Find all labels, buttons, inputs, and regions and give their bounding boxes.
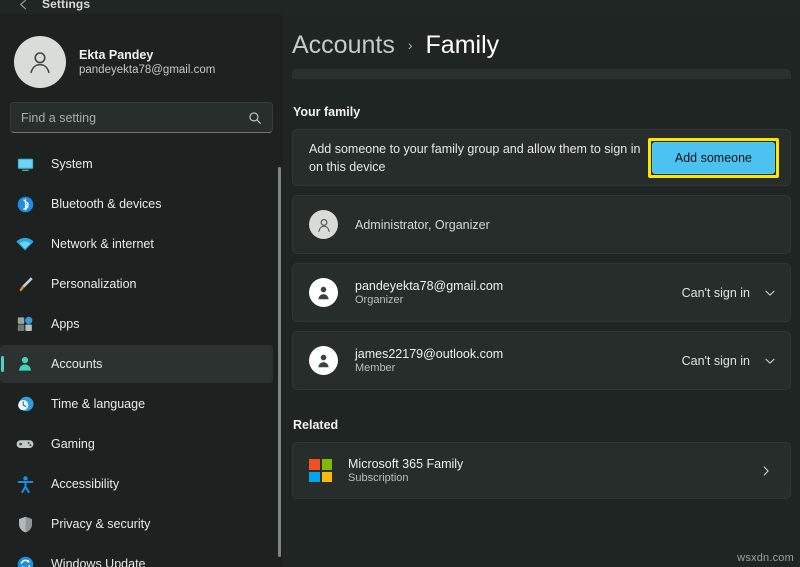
sidebar-item-label: Network & internet bbox=[51, 237, 154, 251]
sidebar-item-label: System bbox=[51, 157, 93, 171]
family-member-row[interactable]: Administrator, Organizer bbox=[292, 195, 791, 254]
person-filled-avatar-icon bbox=[309, 346, 338, 375]
window-title: Settings bbox=[42, 0, 90, 11]
add-someone-highlight: Add someone bbox=[648, 138, 779, 178]
subscription-subtitle: Subscription bbox=[348, 472, 463, 484]
status-badge: Can't sign in bbox=[682, 354, 750, 368]
member-status[interactable]: Can't sign in bbox=[682, 286, 777, 300]
related-subscription-row[interactable]: Microsoft 365 Family Subscription bbox=[292, 442, 791, 499]
profile-name: Ekta Pandey bbox=[79, 48, 215, 62]
add-someone-description: Add someone to your family group and all… bbox=[309, 140, 648, 176]
user-profile[interactable]: Ekta Pandey pandeyekta78@gmail.com bbox=[0, 14, 283, 92]
sidebar-item-label: Privacy & security bbox=[51, 517, 150, 531]
avatar bbox=[14, 36, 66, 88]
profile-email: pandeyekta78@gmail.com bbox=[79, 64, 215, 76]
status-badge: Can't sign in bbox=[682, 286, 750, 300]
sidebar-scrollbar-thumb[interactable] bbox=[278, 167, 281, 557]
window-titlebar: Settings bbox=[0, 0, 800, 14]
breadcrumb-accounts[interactable]: Accounts bbox=[292, 31, 395, 60]
sidebar-item-privacy-security[interactable]: Privacy & security bbox=[0, 505, 273, 543]
add-someone-card: Add someone to your family group and all… bbox=[292, 129, 791, 186]
subscription-title: Microsoft 365 Family bbox=[348, 457, 463, 471]
sidebar-item-system[interactable]: System bbox=[0, 145, 273, 183]
section-heading-your-family: Your family bbox=[293, 105, 791, 119]
sidebar-item-apps[interactable]: Apps bbox=[0, 305, 273, 343]
sidebar-item-label: Windows Update bbox=[51, 557, 146, 567]
sidebar-item-label: Gaming bbox=[51, 437, 95, 451]
chevron-down-icon[interactable] bbox=[763, 286, 777, 300]
chevron-down-icon[interactable] bbox=[763, 354, 777, 368]
member-email: pandeyekta78@gmail.com bbox=[355, 279, 682, 293]
person-filled-avatar-icon bbox=[309, 278, 338, 307]
accessibility-icon bbox=[15, 474, 35, 494]
add-someone-button[interactable]: Add someone bbox=[652, 142, 775, 174]
sidebar-nav: System Bluetooth & devices bbox=[0, 145, 283, 567]
sidebar-item-label: Personalization bbox=[51, 277, 136, 291]
search-input[interactable] bbox=[21, 111, 248, 125]
sidebar-item-accessibility[interactable]: Accessibility bbox=[0, 465, 273, 503]
sidebar-item-gaming[interactable]: Gaming bbox=[0, 425, 273, 463]
person-outline-avatar-icon bbox=[309, 210, 338, 239]
gamepad-icon bbox=[15, 434, 35, 454]
sidebar-item-label: Accounts bbox=[51, 357, 102, 371]
watermark: wsxdn.com bbox=[737, 552, 794, 564]
sidebar-item-personalization[interactable]: Personalization bbox=[0, 265, 273, 303]
member-name: Administrator, Organizer bbox=[355, 218, 777, 232]
person-icon bbox=[15, 354, 35, 374]
breadcrumb: Accounts › Family bbox=[283, 14, 800, 60]
sidebar-item-network-internet[interactable]: Network & internet bbox=[0, 225, 273, 263]
chevron-right-icon[interactable] bbox=[759, 464, 773, 478]
bluetooth-icon bbox=[15, 194, 35, 214]
section-heading-related: Related bbox=[293, 418, 791, 432]
search-icon[interactable] bbox=[248, 111, 262, 125]
sidebar-item-windows-update[interactable]: Windows Update bbox=[0, 545, 273, 567]
sidebar-item-time-language[interactable]: Time & language bbox=[0, 385, 273, 423]
clock-globe-icon bbox=[15, 394, 35, 414]
settings-window: Settings Ekta Pandey pandeyekta78@gmail.… bbox=[0, 0, 800, 567]
family-member-row[interactable]: pandeyekta78@gmail.com Organizer Can't s… bbox=[292, 263, 791, 322]
wifi-icon bbox=[15, 234, 35, 254]
sidebar-scrollbar[interactable] bbox=[278, 167, 281, 557]
sidebar-item-label: Bluetooth & devices bbox=[51, 197, 162, 211]
sidebar-item-label: Time & language bbox=[51, 397, 145, 411]
shield-icon bbox=[15, 514, 35, 534]
settings-scroll-area: Your family Add someone to your family g… bbox=[283, 69, 800, 499]
chevron-right-icon: › bbox=[408, 37, 413, 53]
microsoft-logo-icon bbox=[309, 459, 332, 482]
member-role: Organizer bbox=[355, 294, 682, 306]
sidebar-item-label: Accessibility bbox=[51, 477, 119, 491]
sidebar: Ekta Pandey pandeyekta78@gmail.com bbox=[0, 0, 283, 567]
sidebar-item-label: Apps bbox=[51, 317, 80, 331]
search-box[interactable] bbox=[10, 102, 273, 133]
monitor-icon bbox=[15, 154, 35, 174]
apps-grid-icon bbox=[15, 314, 35, 334]
clipped-card-above bbox=[292, 69, 791, 79]
update-sync-icon bbox=[15, 554, 35, 567]
sidebar-item-accounts[interactable]: Accounts bbox=[0, 345, 273, 383]
member-email: james22179@outlook.com bbox=[355, 347, 682, 361]
paintbrush-icon bbox=[15, 274, 35, 294]
back-button[interactable] bbox=[8, 0, 38, 14]
main-content: Accounts › Family Your family Add someon… bbox=[283, 0, 800, 567]
page-title: Family bbox=[426, 31, 500, 60]
member-status[interactable]: Can't sign in bbox=[682, 354, 777, 368]
sidebar-item-bluetooth-devices[interactable]: Bluetooth & devices bbox=[0, 185, 273, 223]
member-role: Member bbox=[355, 362, 682, 374]
family-member-row[interactable]: james22179@outlook.com Member Can't sign… bbox=[292, 331, 791, 390]
